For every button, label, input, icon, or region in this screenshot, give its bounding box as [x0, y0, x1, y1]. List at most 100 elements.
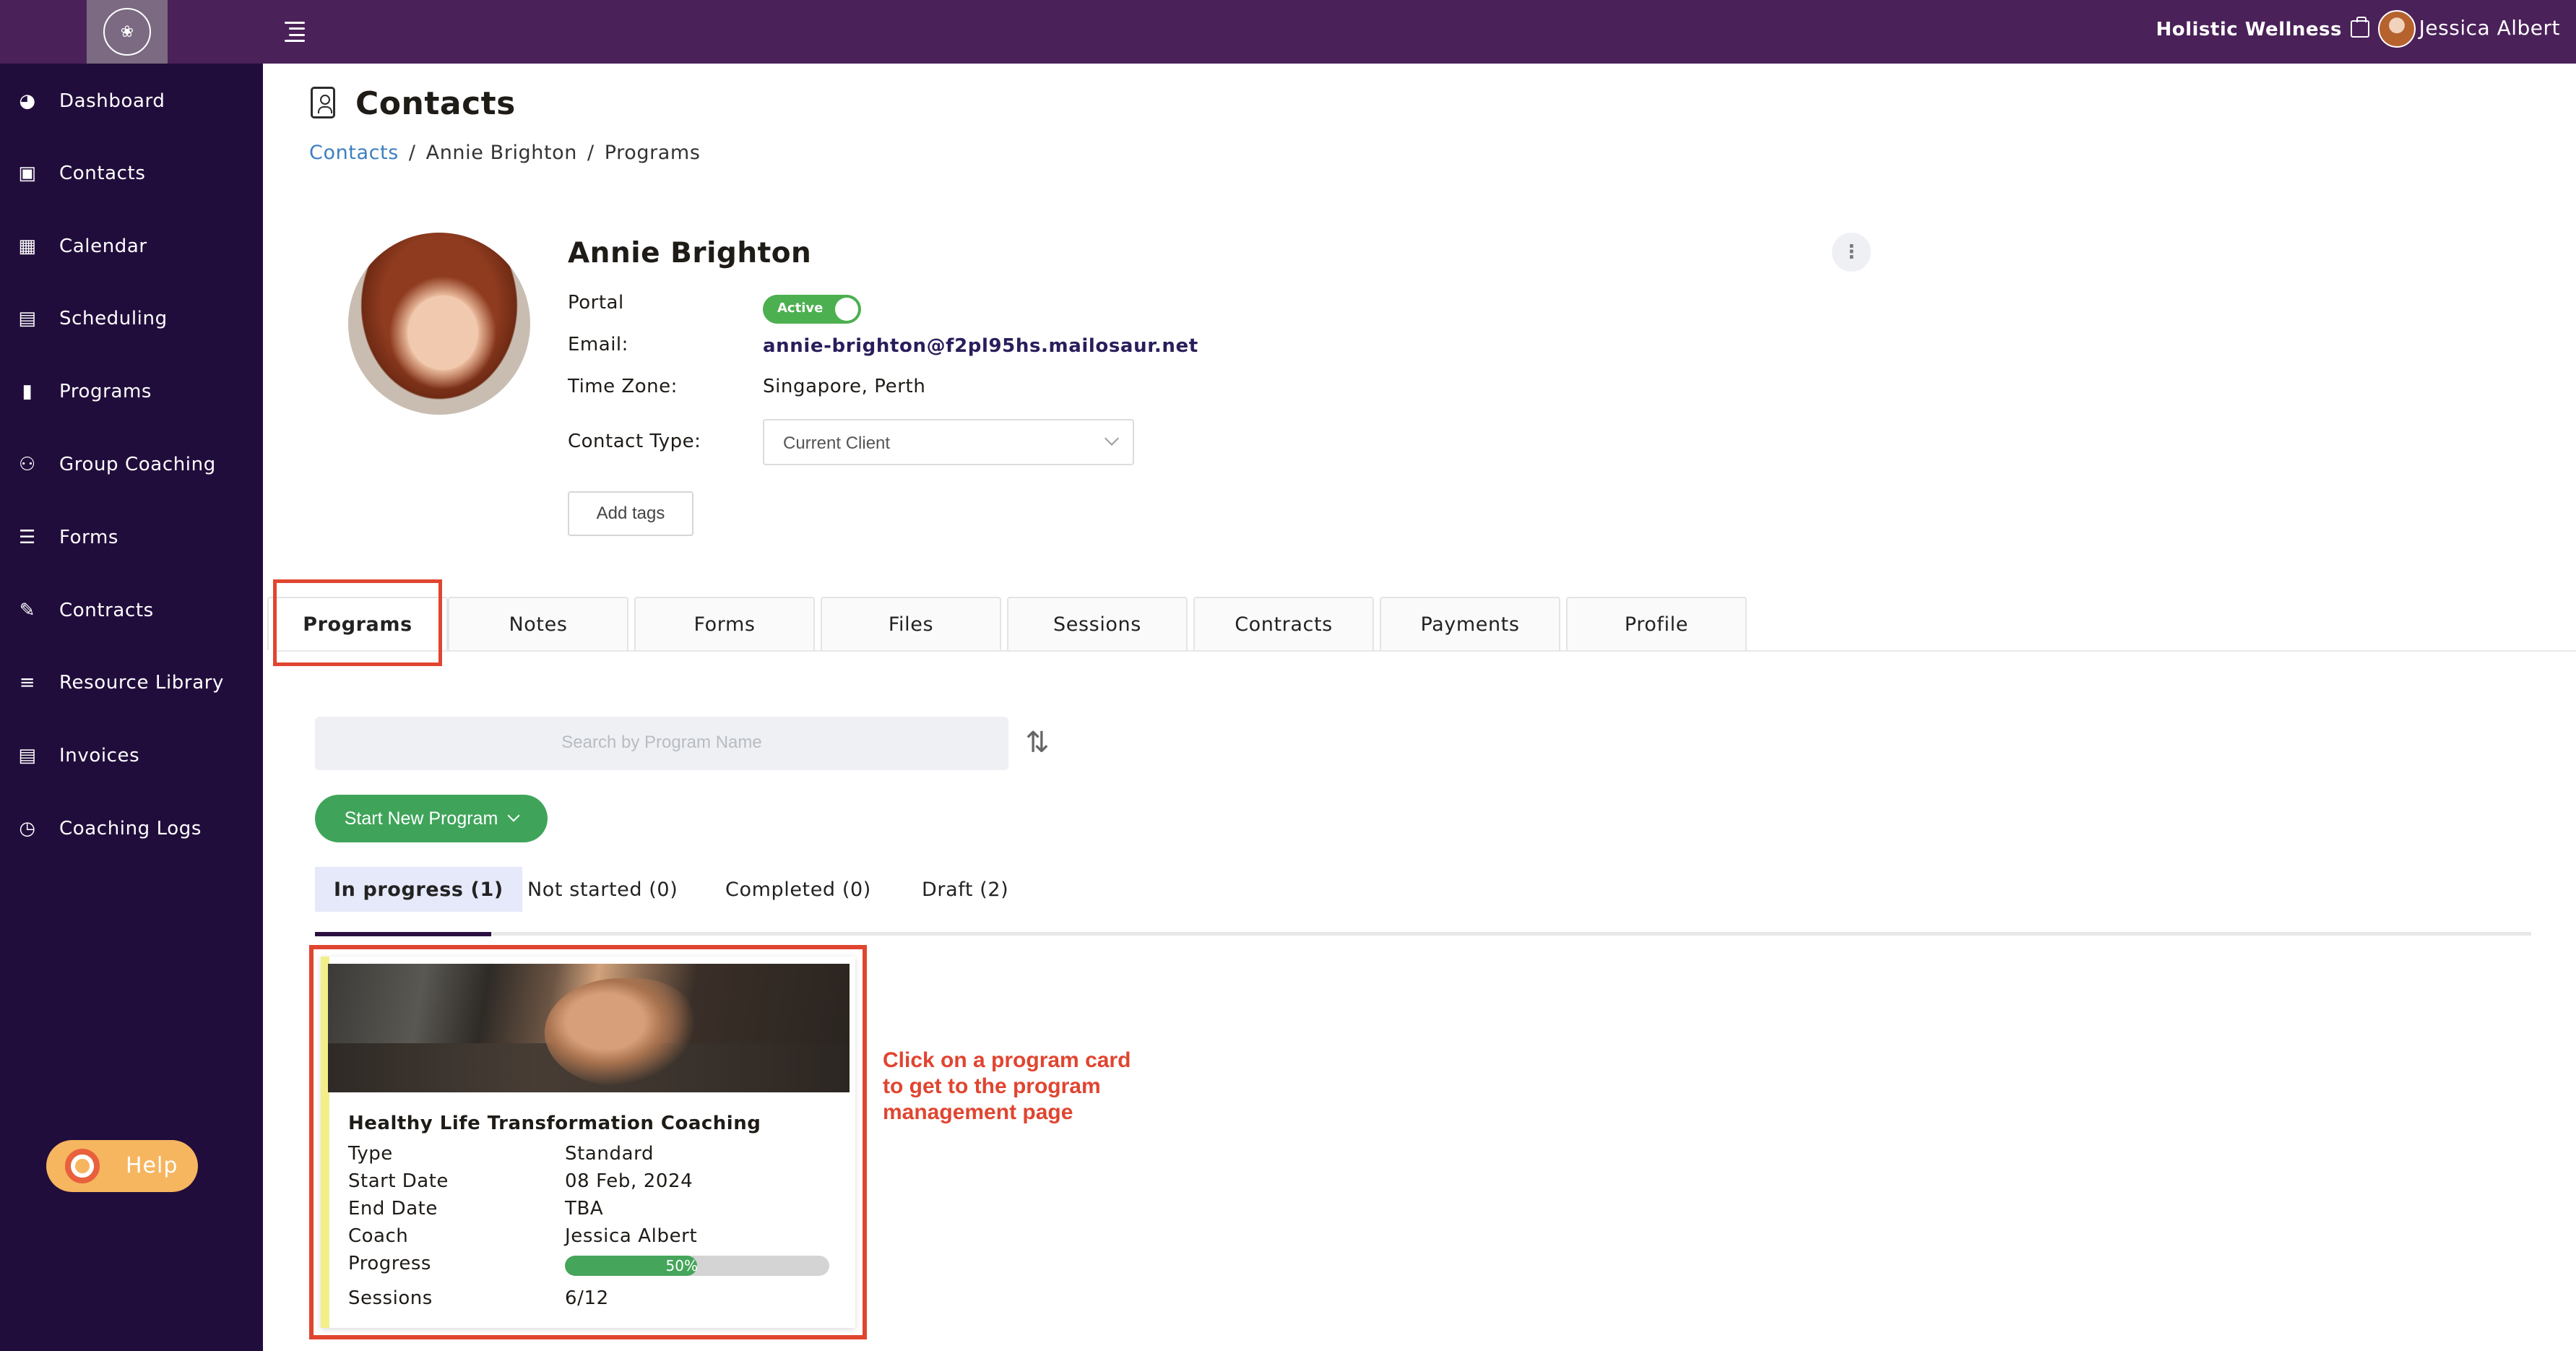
tab-files[interactable]: Files	[821, 597, 1001, 650]
subtabs-divider	[315, 932, 2531, 936]
app-logo[interactable]: ❀	[87, 0, 168, 64]
sidebar-item-calendar[interactable]: ▦ Calendar	[0, 225, 263, 268]
sort-icon[interactable]: ⇅	[1020, 725, 1055, 760]
program-search-input[interactable]: Search by Program Name	[315, 717, 1008, 770]
sidebar-item-group-coaching[interactable]: ⚇ Group Coaching	[0, 443, 263, 486]
start-new-program-button[interactable]: Start New Program	[315, 795, 548, 842]
org-name[interactable]: Holistic Wellness	[2156, 19, 2342, 40]
sidebar-item-resource-library[interactable]: ≡ Resource Library	[0, 661, 263, 704]
sidebar-item-label: Resource Library	[59, 672, 225, 694]
portal-label: Portal	[568, 292, 624, 314]
user-avatar[interactable]	[2378, 10, 2416, 48]
toggle-knob	[835, 298, 858, 321]
sidebar-item-scheduling[interactable]: ▤ Scheduling	[0, 297, 263, 340]
type-value: Standard	[565, 1143, 654, 1165]
programs-icon: ▮	[22, 381, 33, 402]
coach-value: Jessica Albert	[565, 1225, 698, 1247]
top-bar: ❀ Holistic Wellness Jessica Albert	[0, 0, 2576, 64]
program-card[interactable]: Healthy Life Transformation Coaching Typ…	[321, 957, 855, 1328]
contact-name: Annie Brighton	[568, 237, 812, 269]
sidebar-item-label: Coaching Logs	[59, 818, 202, 839]
email-label: Email:	[568, 334, 628, 355]
annotation-note: Click on a program card to get to the pr…	[883, 1048, 1131, 1124]
contact-type-label: Contact Type:	[568, 431, 701, 452]
sidebar-item-label: Contacts	[59, 163, 146, 184]
portal-status: Active	[777, 301, 824, 316]
program-image	[328, 964, 850, 1092]
sidebar-item-forms[interactable]: ☰ Forms	[0, 516, 263, 559]
timezone-label: Time Zone:	[568, 376, 678, 397]
help-label: Help	[126, 1153, 178, 1178]
breadcrumb: Contacts / Annie Brighton / Programs	[309, 142, 701, 164]
type-label: Type	[348, 1143, 393, 1165]
contact-type-select[interactable]: Current Client	[763, 419, 1134, 465]
group-coaching-icon: ⚇	[19, 454, 36, 475]
timezone-value: Singapore, Perth	[763, 376, 926, 397]
menu-toggle-icon[interactable]	[282, 19, 311, 45]
email-value[interactable]: annie-brighton@f2pl95hs.mailosaur.net	[763, 335, 1198, 357]
briefcase-icon[interactable]	[2351, 17, 2369, 38]
tab-payments[interactable]: Payments	[1380, 597, 1560, 650]
subtab-draft[interactable]: Draft (2)	[922, 867, 1008, 912]
resource-library-icon: ≡	[19, 672, 36, 694]
portal-toggle[interactable]: Active	[763, 295, 861, 324]
contact-type-value: Current Client	[783, 433, 891, 453]
sidebar-item-contracts[interactable]: ✎ Contracts	[0, 589, 263, 632]
dashboard-icon: ◕	[19, 90, 36, 112]
sidebar-item-label: Calendar	[59, 236, 147, 257]
tab-notes[interactable]: Notes	[448, 597, 628, 650]
start-new-program-label: Start New Program	[344, 808, 498, 829]
subtab-in-progress[interactable]: In progress (1)	[315, 867, 522, 912]
subtab-not-started[interactable]: Not started (0)	[527, 867, 678, 912]
breadcrumb-contacts[interactable]: Contacts	[309, 142, 399, 164]
sidebar-item-dashboard[interactable]: ◕ Dashboard	[0, 79, 263, 123]
tab-contracts[interactable]: Contracts	[1193, 597, 1374, 650]
contacts-icon: ▣	[18, 163, 37, 184]
scheduling-icon: ▤	[18, 308, 37, 329]
sidebar-item-coaching-logs[interactable]: ◷ Coaching Logs	[0, 807, 263, 850]
contracts-icon: ✎	[19, 600, 36, 621]
subtab-active-indicator	[315, 932, 491, 936]
contact-avatar	[348, 233, 530, 415]
tab-forms[interactable]: Forms	[634, 597, 815, 650]
end-date-label: End Date	[348, 1198, 438, 1220]
sidebar-item-label: Forms	[59, 527, 119, 548]
start-date-label: Start Date	[348, 1170, 449, 1192]
invoices-icon: ▤	[18, 745, 37, 767]
more-options-icon[interactable]: ⋮	[1832, 233, 1871, 272]
breadcrumb-contact-name[interactable]: Annie Brighton	[426, 142, 577, 164]
tab-profile[interactable]: Profile	[1566, 597, 1747, 650]
sidebar-item-label: Scheduling	[59, 308, 168, 329]
end-date-value: TBA	[565, 1198, 604, 1220]
program-title: Healthy Life Transformation Coaching	[348, 1113, 761, 1134]
start-date-value: 08 Feb, 2024	[565, 1170, 693, 1192]
add-tags-button[interactable]: Add tags	[568, 491, 693, 536]
tab-sessions[interactable]: Sessions	[1007, 597, 1188, 650]
breadcrumb-programs: Programs	[604, 142, 701, 164]
subtab-completed[interactable]: Completed (0)	[725, 867, 871, 912]
coach-label: Coach	[348, 1225, 409, 1247]
sidebar-item-invoices[interactable]: ▤ Invoices	[0, 734, 263, 777]
sidebar-item-label: Contracts	[59, 600, 154, 621]
lifebuoy-icon	[65, 1149, 100, 1183]
sessions-label: Sessions	[348, 1287, 433, 1309]
sidebar-item-label: Invoices	[59, 745, 140, 767]
sessions-value: 6/12	[565, 1287, 609, 1309]
progress-label: Progress	[348, 1253, 431, 1274]
contacts-page-icon	[311, 87, 335, 118]
search-placeholder: Search by Program Name	[561, 733, 762, 752]
tab-highlight-box	[273, 579, 442, 666]
progress-bar: 50%	[565, 1256, 829, 1276]
sidebar-item-label: Dashboard	[59, 90, 165, 112]
calendar-icon: ▦	[18, 236, 37, 257]
help-button[interactable]: Help	[46, 1140, 198, 1192]
logo-icon: ❀	[103, 8, 151, 56]
chevron-down-icon	[507, 809, 520, 822]
sidebar-item-programs[interactable]: ▮ Programs	[0, 370, 263, 413]
forms-icon: ☰	[19, 527, 36, 548]
sidebar-item-contacts[interactable]: ▣ Contacts	[0, 152, 263, 195]
sidebar-item-label: Group Coaching	[59, 454, 216, 475]
user-name[interactable]: Jessica Albert	[2419, 16, 2560, 40]
sidebar-item-label: Programs	[59, 381, 152, 402]
progress-text: 50%	[665, 1257, 698, 1274]
